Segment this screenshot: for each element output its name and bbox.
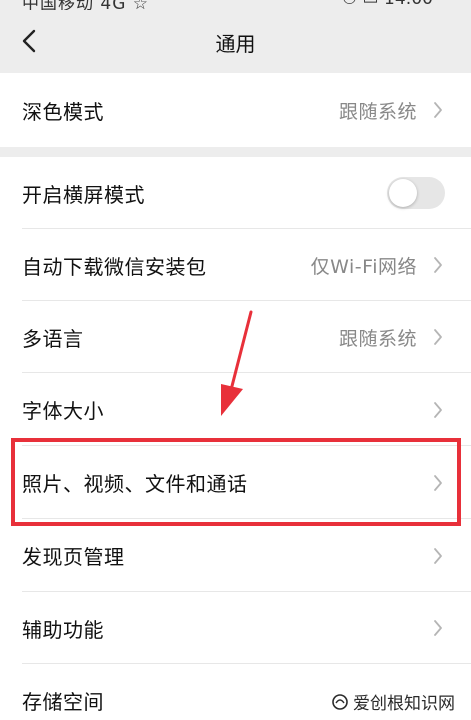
settings-item-font-size[interactable]: 字体大小 bbox=[0, 373, 471, 446]
chevron-right-icon bbox=[431, 400, 445, 420]
carrier-text: 中国移动 4G ☆ bbox=[22, 0, 150, 10]
settings-item-value: 跟随系统 bbox=[338, 100, 417, 123]
settings-item-label: 深色模式 bbox=[22, 99, 104, 124]
settings-item-label: 自动下载微信安装包 bbox=[22, 254, 207, 279]
settings-item-accessibility[interactable]: 辅助功能 bbox=[0, 592, 471, 664]
settings-item-language[interactable]: 多语言 跟随系统 bbox=[0, 301, 471, 373]
landscape-mode-toggle[interactable] bbox=[387, 177, 445, 209]
watermark: 爱创根知识网 bbox=[331, 689, 455, 714]
chevron-right-icon bbox=[431, 618, 445, 638]
status-bar: 中国移动 4G ☆ ⚇ ▭ 14:00 bbox=[0, 0, 471, 10]
chevron-right-icon bbox=[431, 327, 445, 347]
settings-item-value: 跟随系统 bbox=[338, 327, 417, 350]
chevron-right-icon bbox=[431, 255, 445, 275]
settings-item-label: 字体大小 bbox=[22, 399, 104, 423]
chevron-right-icon bbox=[431, 546, 445, 566]
chevron-right-icon bbox=[431, 100, 445, 120]
toggle-knob bbox=[389, 179, 417, 207]
settings-item-label: 开启横屏模式 bbox=[22, 182, 145, 207]
settings-item-label: 多语言 bbox=[22, 326, 84, 351]
settings-item-label: 存储空间 bbox=[22, 690, 104, 714]
settings-item-value: 仅Wi-Fi网络 bbox=[310, 255, 417, 278]
settings-item-auto-download[interactable]: 自动下载微信安装包 仅Wi-Fi网络 bbox=[0, 229, 471, 301]
section-gap bbox=[0, 147, 471, 157]
nav-bar: 通用 bbox=[0, 10, 471, 73]
settings-item-label: 发现页管理 bbox=[22, 545, 125, 569]
highlight-box bbox=[11, 438, 461, 526]
page-title: 通用 bbox=[215, 32, 256, 56]
settings-item-dark-mode[interactable]: 深色模式 跟随系统 bbox=[0, 73, 471, 147]
watermark-logo-icon bbox=[332, 693, 348, 710]
settings-item-label: 辅助功能 bbox=[22, 617, 104, 642]
watermark-text: 爱创根知识网 bbox=[353, 694, 455, 714]
status-right-text: ⚇ ▭ 14:00 bbox=[342, 0, 433, 9]
settings-item-landscape-mode: 开启横屏模式 bbox=[0, 157, 471, 229]
settings-item-discover-management[interactable]: 发现页管理 bbox=[0, 519, 471, 592]
